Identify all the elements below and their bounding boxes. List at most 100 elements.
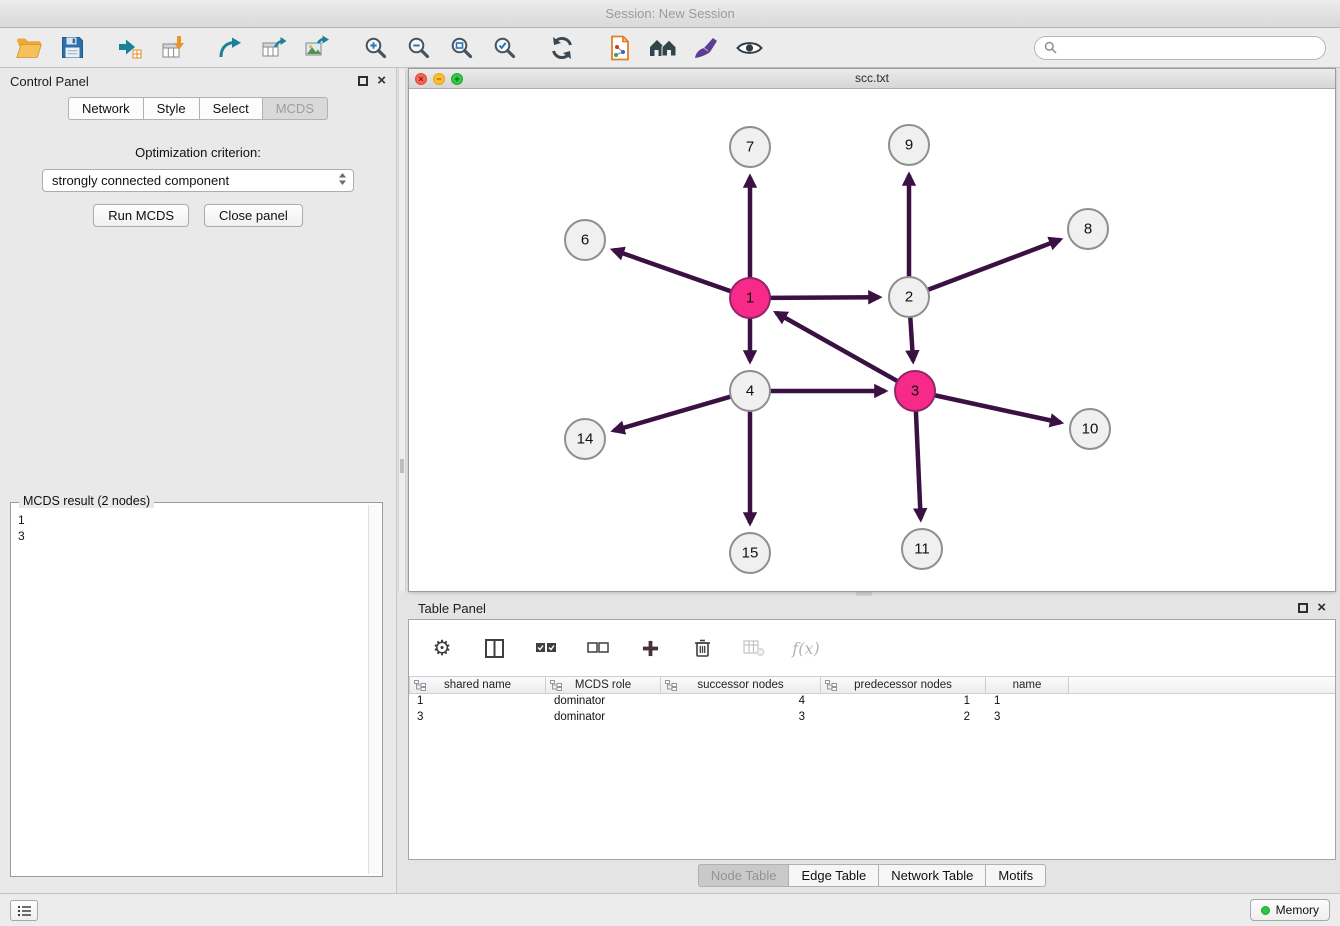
search-box[interactable]: [1034, 36, 1326, 60]
cell-mcds-role[interactable]: dominator: [546, 694, 661, 710]
graph-edge-2-3[interactable]: [910, 317, 913, 361]
network-document-button[interactable]: [605, 33, 635, 63]
result-item[interactable]: 3: [18, 528, 375, 544]
zoom-in-button[interactable]: [360, 33, 390, 63]
result-scrollbar[interactable]: [368, 505, 380, 874]
table-panel-title: Table Panel: [418, 601, 486, 616]
show-hide-button[interactable]: [734, 33, 764, 63]
close-panel-icon[interactable]: ×: [377, 76, 386, 86]
columns-icon: [485, 639, 504, 658]
column-tree-icon: [825, 680, 837, 691]
column-header-mcds-role[interactable]: MCDS role: [546, 676, 661, 694]
column-header-shared-name[interactable]: shared name: [409, 676, 546, 694]
column-tree-icon: [414, 680, 426, 691]
export-image-button[interactable]: [302, 33, 332, 63]
graph-edge-1-6[interactable]: [613, 250, 731, 291]
memory-status-icon: [1261, 906, 1270, 915]
window-close-icon[interactable]: ×: [415, 73, 427, 85]
criterion-dropdown-value: strongly connected component: [52, 173, 229, 188]
float-panel-icon[interactable]: [358, 76, 368, 86]
table-header-row: shared name MCDS role successor nodes pr…: [409, 676, 1335, 694]
graph-node-label-14: 14: [577, 431, 594, 448]
fx-icon: f(x): [792, 639, 819, 658]
cell-shared-name[interactable]: 3: [409, 710, 546, 726]
import-table-icon: [160, 35, 186, 61]
graph-edge-2-8[interactable]: [928, 240, 1060, 290]
tab-network-table[interactable]: Network Table: [879, 864, 986, 887]
memory-button[interactable]: Memory: [1250, 899, 1330, 921]
graph-edge-3-10[interactable]: [935, 395, 1061, 422]
show-columns-button[interactable]: [479, 633, 509, 663]
network-canvas[interactable]: 7968124314101511: [409, 89, 1333, 591]
cell-shared-name[interactable]: 1: [409, 694, 546, 710]
graph-edge-3-1[interactable]: [776, 313, 897, 381]
network-window-titlebar[interactable]: × − + scc.txt: [409, 69, 1335, 89]
cell-mcds-role[interactable]: dominator: [546, 710, 661, 726]
tab-select[interactable]: Select: [199, 97, 262, 120]
zoom-out-button[interactable]: [403, 33, 433, 63]
graph-node-label-7: 7: [746, 139, 754, 156]
open-session-button[interactable]: [14, 33, 44, 63]
first-neighbors-button[interactable]: [648, 33, 678, 63]
search-input[interactable]: [1062, 41, 1316, 55]
table-row[interactable]: 1 dominator 4 1 1: [409, 694, 1335, 710]
unselect-all-button[interactable]: [583, 633, 613, 663]
cell-predecessor-nodes[interactable]: 2: [821, 710, 986, 726]
mcds-result-title: MCDS result (2 nodes): [19, 494, 154, 508]
cell-name[interactable]: 1: [986, 694, 1069, 710]
tab-edge-table[interactable]: Edge Table: [789, 864, 879, 887]
save-session-button[interactable]: [57, 33, 87, 63]
table-row[interactable]: 3 dominator 3 2 3: [409, 710, 1335, 726]
tab-style[interactable]: Style: [143, 97, 199, 120]
delete-column-button[interactable]: [687, 633, 717, 663]
pane-divider[interactable]: [398, 69, 406, 591]
tab-network[interactable]: Network: [68, 97, 143, 120]
graph-edge-1-2[interactable]: [770, 297, 879, 298]
column-header-name[interactable]: name: [986, 676, 1069, 694]
cell-successor-nodes[interactable]: 3: [661, 710, 821, 726]
optimization-criterion-label: Optimization criterion:: [0, 145, 396, 160]
cell-successor-nodes[interactable]: 4: [661, 694, 821, 710]
task-history-button[interactable]: [10, 900, 38, 921]
column-header-successor-nodes[interactable]: successor nodes: [661, 676, 821, 694]
graph-edge-4-14[interactable]: [614, 397, 731, 431]
cell-name[interactable]: 3: [986, 710, 1069, 726]
gear-icon: ⚙: [433, 638, 452, 659]
tab-mcds[interactable]: MCDS: [262, 97, 328, 120]
export-network-icon: [218, 35, 244, 61]
table-toolbar: ⚙: [409, 620, 1335, 676]
export-network-button[interactable]: [216, 33, 246, 63]
divider-handle[interactable]: [400, 459, 404, 473]
close-panel-button[interactable]: Close panel: [204, 204, 303, 227]
close-table-panel-icon[interactable]: ×: [1317, 603, 1326, 613]
cell-predecessor-nodes[interactable]: 1: [821, 694, 986, 710]
memory-label: Memory: [1276, 903, 1319, 917]
tab-motifs[interactable]: Motifs: [986, 864, 1046, 887]
graph-edge-3-11[interactable]: [916, 411, 921, 519]
window-minimize-icon[interactable]: −: [433, 73, 445, 85]
export-table-button[interactable]: [259, 33, 289, 63]
zoom-selected-button[interactable]: [489, 33, 519, 63]
add-column-button[interactable]: [635, 633, 665, 663]
control-panel-tabs: Network Style Select MCDS: [0, 97, 396, 120]
tab-node-table[interactable]: Node Table: [698, 864, 790, 887]
window-zoom-icon[interactable]: +: [451, 73, 463, 85]
import-table-button[interactable]: [158, 33, 188, 63]
column-header-predecessor-nodes[interactable]: predecessor nodes: [821, 676, 986, 694]
function-builder-button[interactable]: f(x): [791, 633, 821, 663]
apply-style-button[interactable]: [691, 33, 721, 63]
delete-table-button[interactable]: [739, 633, 769, 663]
table-settings-button[interactable]: ⚙: [427, 633, 457, 663]
zoom-fit-button[interactable]: [446, 33, 476, 63]
refresh-button[interactable]: [547, 33, 577, 63]
import-network-button[interactable]: [115, 33, 145, 63]
eye-icon: [736, 39, 763, 57]
paint-style-icon: [693, 36, 719, 60]
criterion-dropdown[interactable]: strongly connected component: [42, 169, 354, 192]
result-item[interactable]: 1: [18, 512, 375, 528]
window-resize-handle[interactable]: [856, 592, 872, 596]
run-mcds-button[interactable]: Run MCDS: [93, 204, 189, 227]
delete-table-icon: [743, 639, 765, 657]
float-table-panel-icon[interactable]: [1298, 603, 1308, 613]
select-all-button[interactable]: [531, 633, 561, 663]
